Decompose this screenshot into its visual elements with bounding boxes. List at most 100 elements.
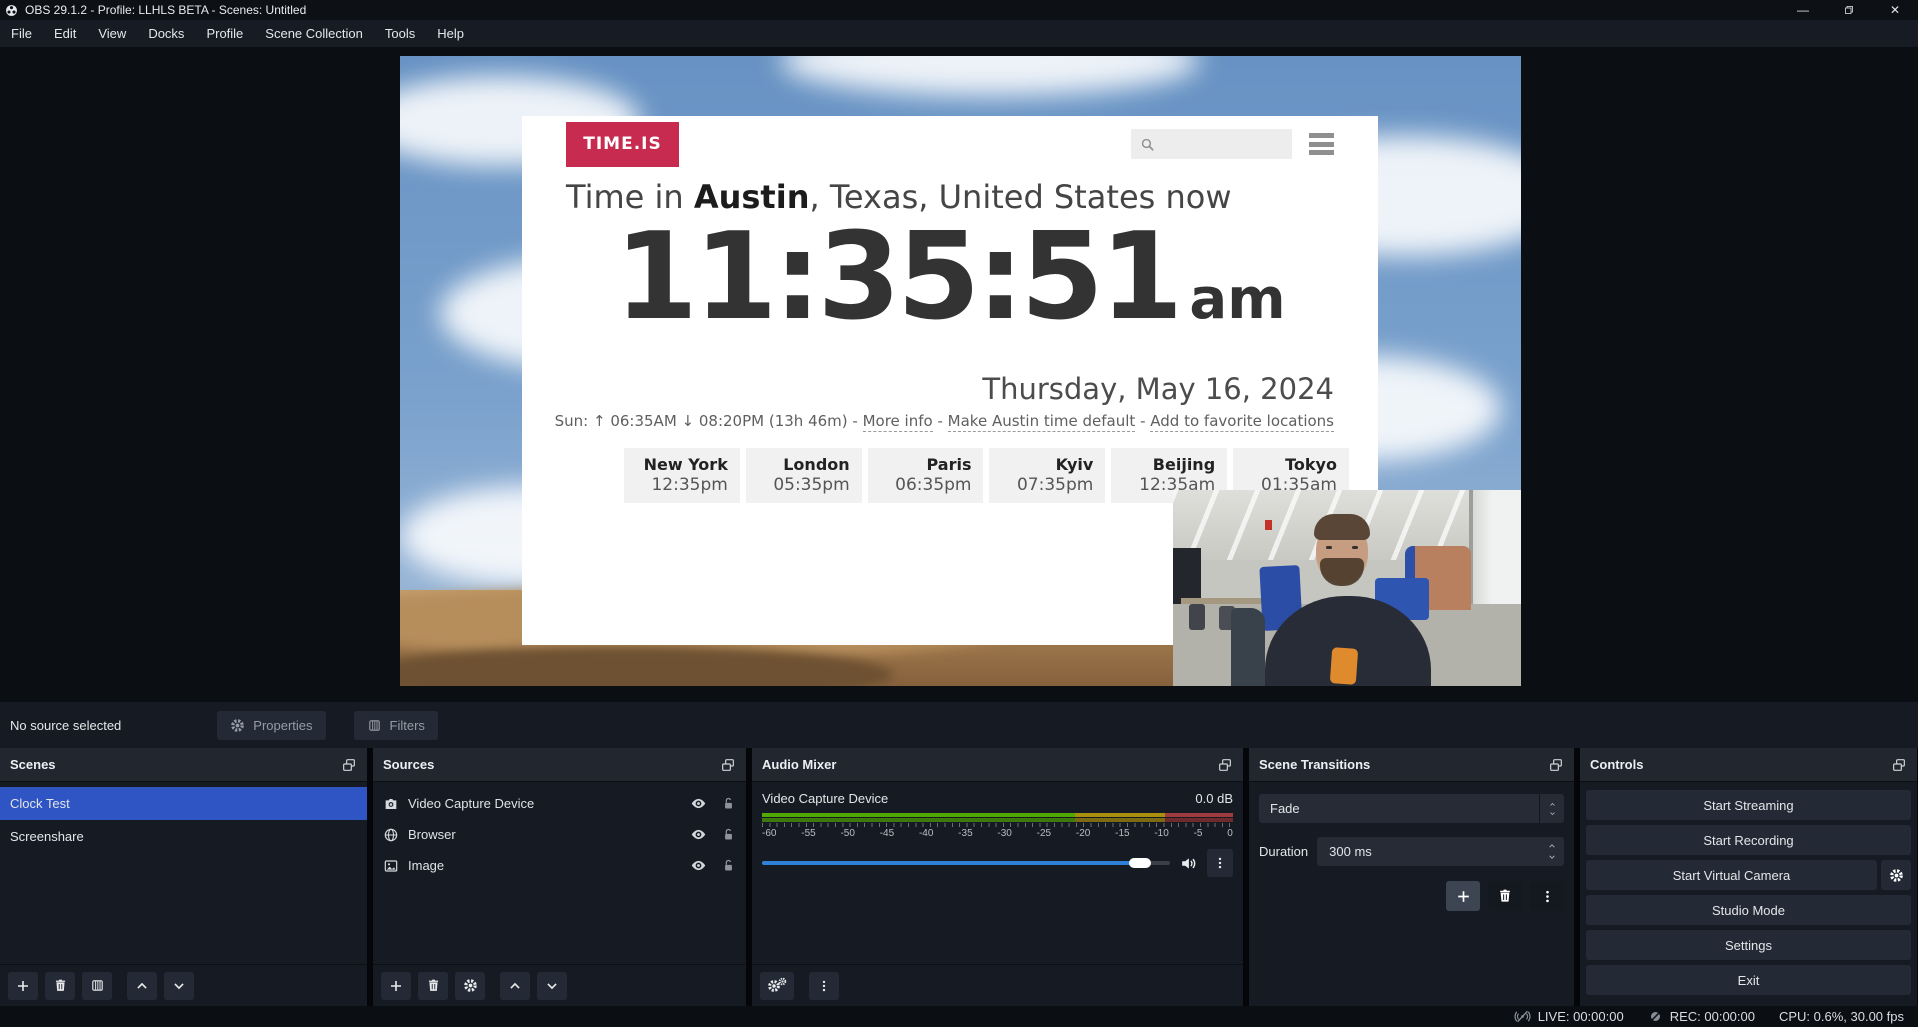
properties-button[interactable]: Properties <box>217 711 325 740</box>
settings-button[interactable]: Settings <box>1586 930 1911 960</box>
streaming-inactive-icon <box>1514 1008 1531 1025</box>
source-row-image[interactable]: Image <box>373 850 746 881</box>
status-bar: LIVE: 00:00:00 REC: 00:00:00 CPU: 0.6%, … <box>0 1006 1918 1027</box>
lock-icon[interactable] <box>721 827 736 842</box>
popout-icon[interactable] <box>1548 757 1564 773</box>
filters-button[interactable]: Filters <box>354 711 438 740</box>
select-chevrons <box>1539 794 1564 823</box>
popout-icon[interactable] <box>1891 757 1907 773</box>
menu-tools[interactable]: Tools <box>374 20 426 47</box>
menu-bar: File Edit View Docks Profile Scene Colle… <box>0 20 1918 47</box>
restore-icon <box>1843 4 1855 16</box>
plus-icon <box>1455 888 1472 905</box>
studio-mode-button[interactable]: Studio Mode <box>1586 895 1911 925</box>
person-eye <box>1352 546 1358 549</box>
start-virtual-camera-button[interactable]: Start Virtual Camera <box>1586 860 1877 890</box>
close-button[interactable]: ✕ <box>1872 0 1918 20</box>
audio-mixer-header: Audio Mixer <box>752 748 1243 782</box>
volume-slider[interactable] <box>762 861 1170 865</box>
dots-icon <box>1213 856 1227 870</box>
sources-panel: Sources Video Capture Device Browser <box>373 748 746 1006</box>
remove-scene-button[interactable] <box>45 972 75 1000</box>
make-default-link: Make Austin time default <box>948 412 1136 432</box>
start-recording-button[interactable]: Start Recording <box>1586 825 1911 855</box>
scene-move-down-button[interactable] <box>164 972 194 1000</box>
filters-icon <box>367 718 382 733</box>
filters-icon <box>90 978 105 993</box>
live-status: LIVE: 00:00:00 <box>1538 1009 1624 1024</box>
webcam-overlay <box>1173 490 1521 686</box>
source-row-browser[interactable]: Browser <box>373 819 746 850</box>
popout-icon[interactable] <box>1217 757 1233 773</box>
transition-select[interactable]: Fade <box>1259 794 1564 823</box>
mixer-menu-button[interactable] <box>809 972 839 1000</box>
duration-spinner[interactable]: 300 ms <box>1317 837 1564 866</box>
window-title: OBS 29.1.2 - Profile: LLHLS BETA - Scene… <box>25 3 306 17</box>
source-row-video-capture[interactable]: Video Capture Device <box>373 788 746 819</box>
source-toolbar: No source selected Properties Filters <box>0 702 1918 748</box>
duration-label: Duration <box>1259 844 1308 859</box>
visibility-eye-icon[interactable] <box>690 826 707 843</box>
dots-icon <box>1540 889 1555 904</box>
source-properties-button[interactable] <box>455 972 485 1000</box>
scene-item-clock-test[interactable]: Clock Test <box>0 787 367 820</box>
add-transition-button[interactable] <box>1446 881 1480 911</box>
speaker-icon[interactable] <box>1179 854 1198 873</box>
scene-filters-button[interactable] <box>82 972 112 1000</box>
chevron-down-icon <box>1548 810 1557 817</box>
hamburger-menu-icon <box>1309 133 1334 155</box>
remove-transition-button[interactable] <box>1488 881 1522 911</box>
menu-view[interactable]: View <box>87 20 137 47</box>
lock-icon[interactable] <box>721 796 736 811</box>
visibility-eye-icon[interactable] <box>690 795 707 812</box>
audio-mixer-panel: Audio Mixer Video Capture Device 0.0 dB … <box>752 748 1243 1006</box>
channel-menu-button[interactable] <box>1207 849 1233 877</box>
sources-toolbar <box>373 964 746 1006</box>
chevron-down-icon <box>545 979 559 993</box>
menu-help[interactable]: Help <box>426 20 475 47</box>
trash-icon <box>426 978 441 993</box>
menu-docks[interactable]: Docks <box>137 20 195 47</box>
menu-profile[interactable]: Profile <box>195 20 254 47</box>
popout-icon[interactable] <box>341 757 357 773</box>
person-beard <box>1320 558 1364 586</box>
restore-button[interactable] <box>1826 0 1872 20</box>
start-streaming-button[interactable]: Start Streaming <box>1586 790 1911 820</box>
add-favorite-link: Add to favorite locations <box>1150 412 1334 432</box>
add-source-button[interactable] <box>381 972 411 1000</box>
exit-button[interactable]: Exit <box>1586 965 1911 995</box>
remove-source-button[interactable] <box>418 972 448 1000</box>
minimize-button[interactable]: — <box>1780 0 1826 20</box>
date-display: Thursday, May 16, 2024 <box>982 372 1334 406</box>
cpu-status: CPU: 0.6%, 30.00 fps <box>1779 1009 1904 1024</box>
search-icon <box>1139 136 1156 153</box>
controls-header: Controls <box>1580 748 1917 782</box>
scene-item-screenshare[interactable]: Screenshare <box>0 820 367 853</box>
preview-canvas[interactable]: TIME.IS Time in Austin, Texas, United St… <box>400 56 1521 686</box>
clock-time: 11:35:51 <box>614 208 1179 347</box>
channel-level-db: 0.0 dB <box>1195 791 1233 806</box>
lock-icon[interactable] <box>721 858 736 873</box>
visibility-eye-icon[interactable] <box>690 857 707 874</box>
menu-edit[interactable]: Edit <box>43 20 87 47</box>
spin-down-icon[interactable] <box>1546 853 1558 861</box>
popout-icon[interactable] <box>720 757 736 773</box>
spin-up-icon[interactable] <box>1546 842 1558 850</box>
city-card: New York12:35pm <box>624 448 740 503</box>
transition-menu-button[interactable] <box>1530 881 1564 911</box>
advanced-audio-button[interactable] <box>760 972 794 1000</box>
menu-file[interactable]: File <box>0 20 43 47</box>
add-scene-button[interactable] <box>8 972 38 1000</box>
menu-scene-collection[interactable]: Scene Collection <box>254 20 374 47</box>
exit-sign <box>1265 520 1272 530</box>
virtual-camera-settings-button[interactable] <box>1881 860 1911 890</box>
sun-info-line: Sun: ↑ 06:35AM ↓ 08:20PM (13h 46m) - Mor… <box>555 412 1334 430</box>
source-move-down-button[interactable] <box>537 972 567 1000</box>
source-move-up-button[interactable] <box>500 972 530 1000</box>
source-status-text: No source selected <box>10 718 121 733</box>
scene-move-up-button[interactable] <box>127 972 157 1000</box>
volume-slider-handle[interactable] <box>1129 858 1151 868</box>
sources-list: Video Capture Device Browser Image <box>373 782 746 881</box>
trash-icon <box>53 978 68 993</box>
dots-icon <box>817 979 831 993</box>
